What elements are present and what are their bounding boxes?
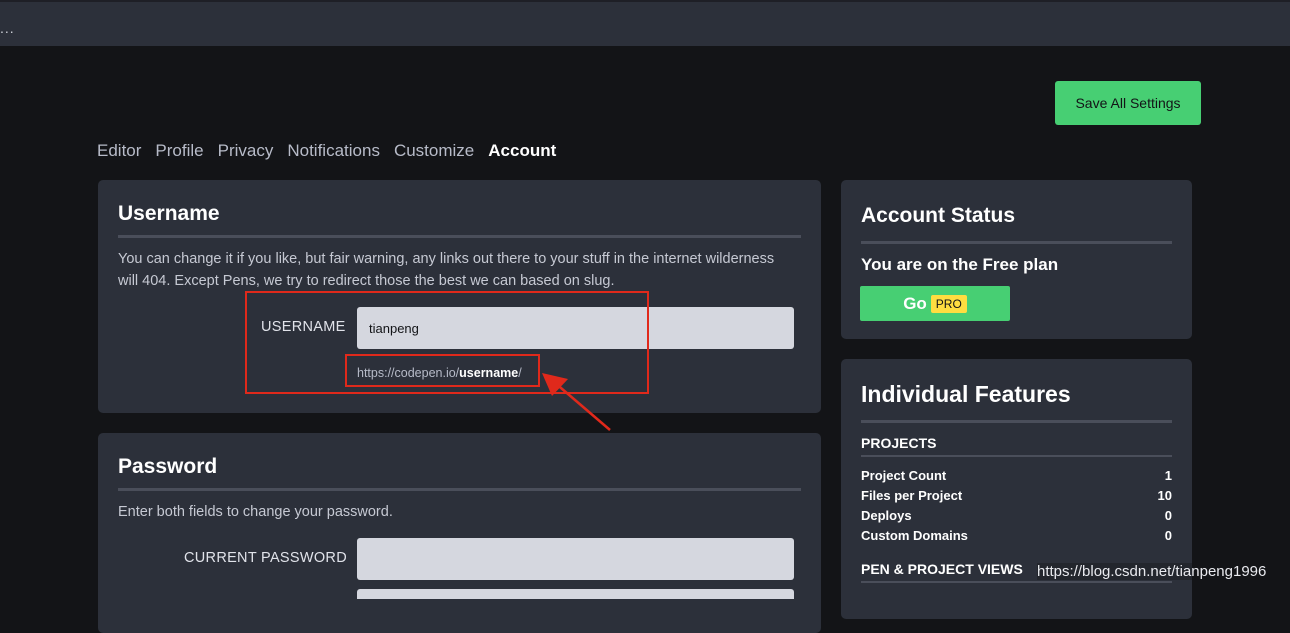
password-card: Password Enter both fields to change you… [98, 433, 821, 633]
divider [861, 420, 1172, 423]
projects-heading: PROJECTS [861, 435, 937, 451]
list-item: Files per Project 10 [861, 487, 1172, 503]
list-item: Custom Domains 0 [861, 527, 1172, 543]
plan-text: You are on the Free plan [861, 255, 1059, 274]
tab-editor[interactable]: Editor [97, 141, 141, 161]
tab-notifications[interactable]: Notifications [287, 141, 380, 161]
save-all-settings-button[interactable]: Save All Settings [1055, 81, 1201, 125]
divider [118, 235, 801, 238]
list-item: Deploys 0 [861, 507, 1172, 523]
pro-badge: PRO [930, 294, 967, 313]
current-password-label: CURRENT PASSWORD [184, 550, 347, 566]
password-description: Enter both fields to change your passwor… [118, 504, 393, 520]
tab-privacy[interactable]: Privacy [218, 141, 274, 161]
annotation-url-box [345, 354, 540, 387]
new-password-input[interactable] [357, 589, 794, 599]
views-heading: PEN & PROJECT VIEWS [861, 561, 1023, 577]
divider [861, 241, 1172, 244]
current-password-input[interactable] [357, 538, 794, 580]
go-pro-button[interactable]: Go PRO [860, 286, 1010, 321]
divider [861, 581, 1172, 583]
annotation-arrow-icon [542, 373, 611, 431]
tab-account[interactable]: Account [488, 141, 556, 161]
settings-tabs: Editor Profile Privacy Notifications Cus… [97, 141, 556, 161]
tab-profile[interactable]: Profile [155, 141, 203, 161]
individual-features-card: Individual Features PROJECTS Project Cou… [841, 359, 1192, 619]
username-description: You can change it if you like, but fair … [118, 251, 775, 289]
projects-table: Project Count 1 Files per Project 10 Deplo… [861, 465, 1172, 545]
divider [861, 455, 1172, 457]
top-bar: ... [0, 0, 1290, 46]
list-item: Project Count 1 [861, 467, 1172, 483]
account-status-title: Account Status [861, 204, 1016, 227]
tab-customize[interactable]: Customize [394, 141, 474, 161]
username-title: Username [118, 202, 220, 225]
divider [118, 488, 801, 491]
password-title: Password [118, 455, 218, 478]
menu-dots-icon[interactable]: ... [0, 20, 15, 36]
features-title: Individual Features [861, 381, 1071, 407]
watermark-url: https://blog.csdn.net/tianpeng1996 [1037, 563, 1267, 580]
